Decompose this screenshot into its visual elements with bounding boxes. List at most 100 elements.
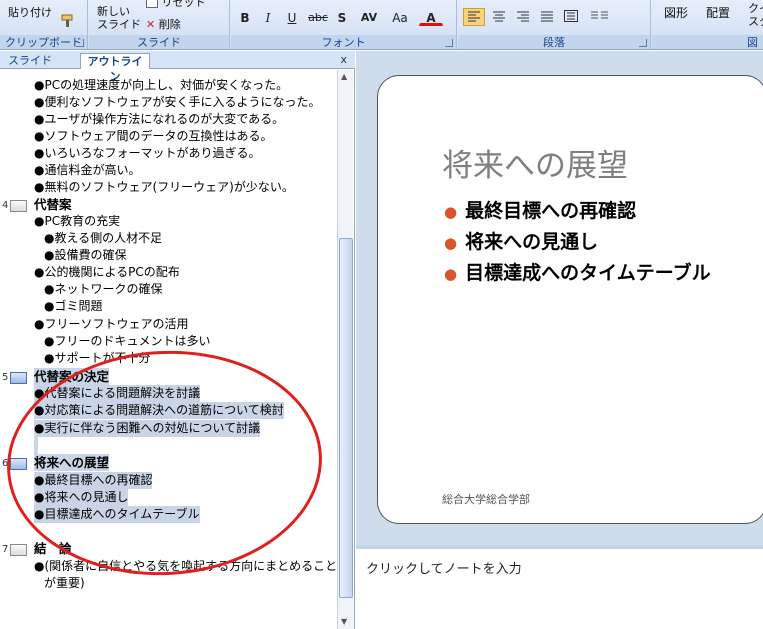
slide-icon[interactable] [10,544,27,556]
outline-bullet[interactable]: ●対応策による問題解決への道筋について検討 [34,402,284,419]
underline-button[interactable]: U [283,8,301,26]
change-case-button[interactable]: Aa [387,8,413,26]
outline-subbullet[interactable]: ●教える側の人材不足 [44,230,162,247]
justify-button[interactable] [536,8,558,26]
slide-title-4[interactable]: 代替案 [34,196,72,213]
delete-icon: ✕ [146,18,156,31]
outline-continuation[interactable]: が重要) [44,575,85,592]
outline-bullet[interactable]: ●PCの処理速度が向上し、対価が安くなった。 [34,77,288,94]
slide-bullet-text: 目標達成へのタイムテーブル [465,262,711,284]
new-slide-label-1: 新しい [97,5,130,18]
drawing-group: 図形 配置 クイ スタ 図 [652,0,763,49]
outline-subbullet[interactable]: ●ネットワークの確保 [44,281,162,298]
font-launcher-icon[interactable] [445,39,453,47]
outline-content[interactable]: ●PCの処理速度が向上し、対価が安くなった。 ●便利なソフトウェアが安く手に入る… [0,70,336,629]
font-group: B I U abc S AV Aa A フォント [231,0,457,49]
slide-title-6[interactable]: 将来への展望 [34,454,110,471]
close-icon[interactable]: x [340,53,347,66]
shadow-button[interactable]: S [333,8,351,26]
align-center-icon [493,11,505,22]
font-group-label: フォント [231,35,456,49]
slide-number-6: 6 [2,458,9,469]
columns-icon [591,11,608,19]
clipboard-group: 貼り付け クリップボード [0,0,88,49]
reset-button[interactable]: リセット [146,0,206,10]
clipboard-launcher-icon[interactable] [76,39,84,47]
slides-group: 新しい スライド リセット ✕ 削除 スライド [89,0,230,49]
outline-bullet[interactable]: ●フリーソフトウェアの活用 [34,316,188,333]
quick-styles-button[interactable]: クイ スタ [748,2,763,28]
outline-bullet[interactable]: ●無料のソフトウェア(フリーウェア)が少ない。 [34,179,294,196]
new-slide-button[interactable]: 新しい スライド [97,5,141,31]
slide-bullet[interactable]: ● 最終目標への再確認 [444,196,636,223]
scroll-up-icon[interactable]: ▲ [341,72,347,81]
quick-styles-label-2: スタ [748,15,763,28]
reset-icon [146,0,158,8]
outline-scrollbar[interactable]: ▲ ▼ [337,70,353,629]
slide-title-5[interactable]: 代替案の決定 [34,368,110,385]
align-left-icon [468,11,480,22]
slide-icon-selected[interactable] [10,372,27,384]
distributed-button[interactable] [560,8,582,26]
outline-bullet[interactable]: ●通信料金が高い。 [34,162,140,179]
outline-bullet[interactable]: ●いろいろなフォーマットがあり過ぎる。 [34,145,260,162]
outline-bullet[interactable]: ●将来への見通し [34,489,129,506]
outline-bullet[interactable]: ●最終目標への再確認 [34,472,153,489]
slide-canvas[interactable]: 将来への展望 ● 最終目標への再確認 ● 将来への見通し ● 目標達成へのタイムテーブ… [377,75,763,524]
slide-bullet-text: 将来への見通し [465,231,599,253]
slide-title[interactable]: 将来への展望 [442,140,628,185]
shapes-button[interactable]: 図形 [664,4,688,21]
align-right-icon [517,11,529,22]
slide-bullet[interactable]: ● 将来への見通し [444,227,598,254]
outline-bullet[interactable]: ●(関係者に自信とやる気を喚起する方向にまとめること [34,558,336,575]
new-slide-label-2: スライド [97,18,141,31]
paragraph-group: 段落 [458,0,651,49]
font-color-button[interactable]: A [419,8,443,26]
slide-icon[interactable] [10,200,27,212]
paragraph-launcher-icon[interactable] [639,39,647,47]
outline-bullet[interactable]: ●便利なソフトウェアが安く手に入るようになった。 [34,94,320,111]
outline-bullet[interactable]: ●PC教育の充実 [34,213,120,230]
slide-number-5: 5 [2,372,9,383]
align-right-button[interactable] [512,8,534,26]
scroll-down-icon[interactable]: ▼ [341,617,347,626]
paste-label: 貼り付け [8,6,52,19]
outline-bullet[interactable]: ●ユーザが操作方法になれるのが大変である。 [34,111,284,128]
delete-button[interactable]: ✕ 削除 [146,16,181,32]
reset-label: リセット [161,0,206,9]
slide-title-7[interactable]: 結 論 [34,540,72,557]
outline-panel: スライド アウトライン x ●PCの処理速度が向上し、対価が安くなった。 ●便利… [0,51,355,629]
slide-footer[interactable]: 総合大学総合学部 [442,491,530,507]
slide-bullet-text: 最終目標への再確認 [465,200,637,222]
notes-placeholder[interactable]: クリックしてノートを入力 [366,558,522,577]
outline-bullet[interactable]: ●目標達成へのタイムテーブル [34,506,200,523]
outline-subbullet[interactable]: ●フリーのドキュメントは多い [44,333,210,350]
slide-icon-selected[interactable] [10,458,27,470]
outline-subbullet[interactable]: ●設備費の確保 [44,247,126,264]
tab-slides[interactable]: スライド [2,53,58,69]
slide-bullet[interactable]: ● 目標達成へのタイムテーブル [444,258,711,285]
empty-line-selection[interactable] [34,437,38,454]
strikethrough-button[interactable]: abc [306,8,330,26]
outline-bullet[interactable]: ●公的機関によるPCの配布 [34,264,180,281]
panel-tabs: スライド アウトライン x [0,51,355,83]
character-spacing-button[interactable]: AV [355,8,383,26]
slide-number-7: 7 [2,544,9,555]
tab-outline[interactable]: アウトライン [80,53,150,83]
paste-button[interactable]: 貼り付け [8,4,52,20]
delete-label: 削除 [158,18,181,31]
outline-subbullet[interactable]: ●ゴミ問題 [44,298,102,315]
outline-bullet[interactable]: ●代替案による問題解決を討議 [34,385,201,402]
scrollbar-thumb[interactable] [339,238,353,598]
notes-pane[interactable]: クリックしてノートを入力 [356,549,763,629]
bold-button[interactable]: B [236,8,254,26]
align-center-button[interactable] [488,8,510,26]
italic-button[interactable]: I [259,8,277,26]
arrange-button[interactable]: 配置 [706,4,730,21]
columns-button[interactable] [586,8,616,26]
format-painter-icon[interactable] [60,14,76,31]
align-left-button[interactable] [463,8,485,26]
outline-bullet[interactable]: ●実行に伴なう困難への対処について討議 [34,420,261,437]
outline-subbullet[interactable]: ●サポートが不十分 [44,350,150,367]
outline-bullet[interactable]: ●ソフトウェア間のデータの互換性はある。 [34,128,272,145]
